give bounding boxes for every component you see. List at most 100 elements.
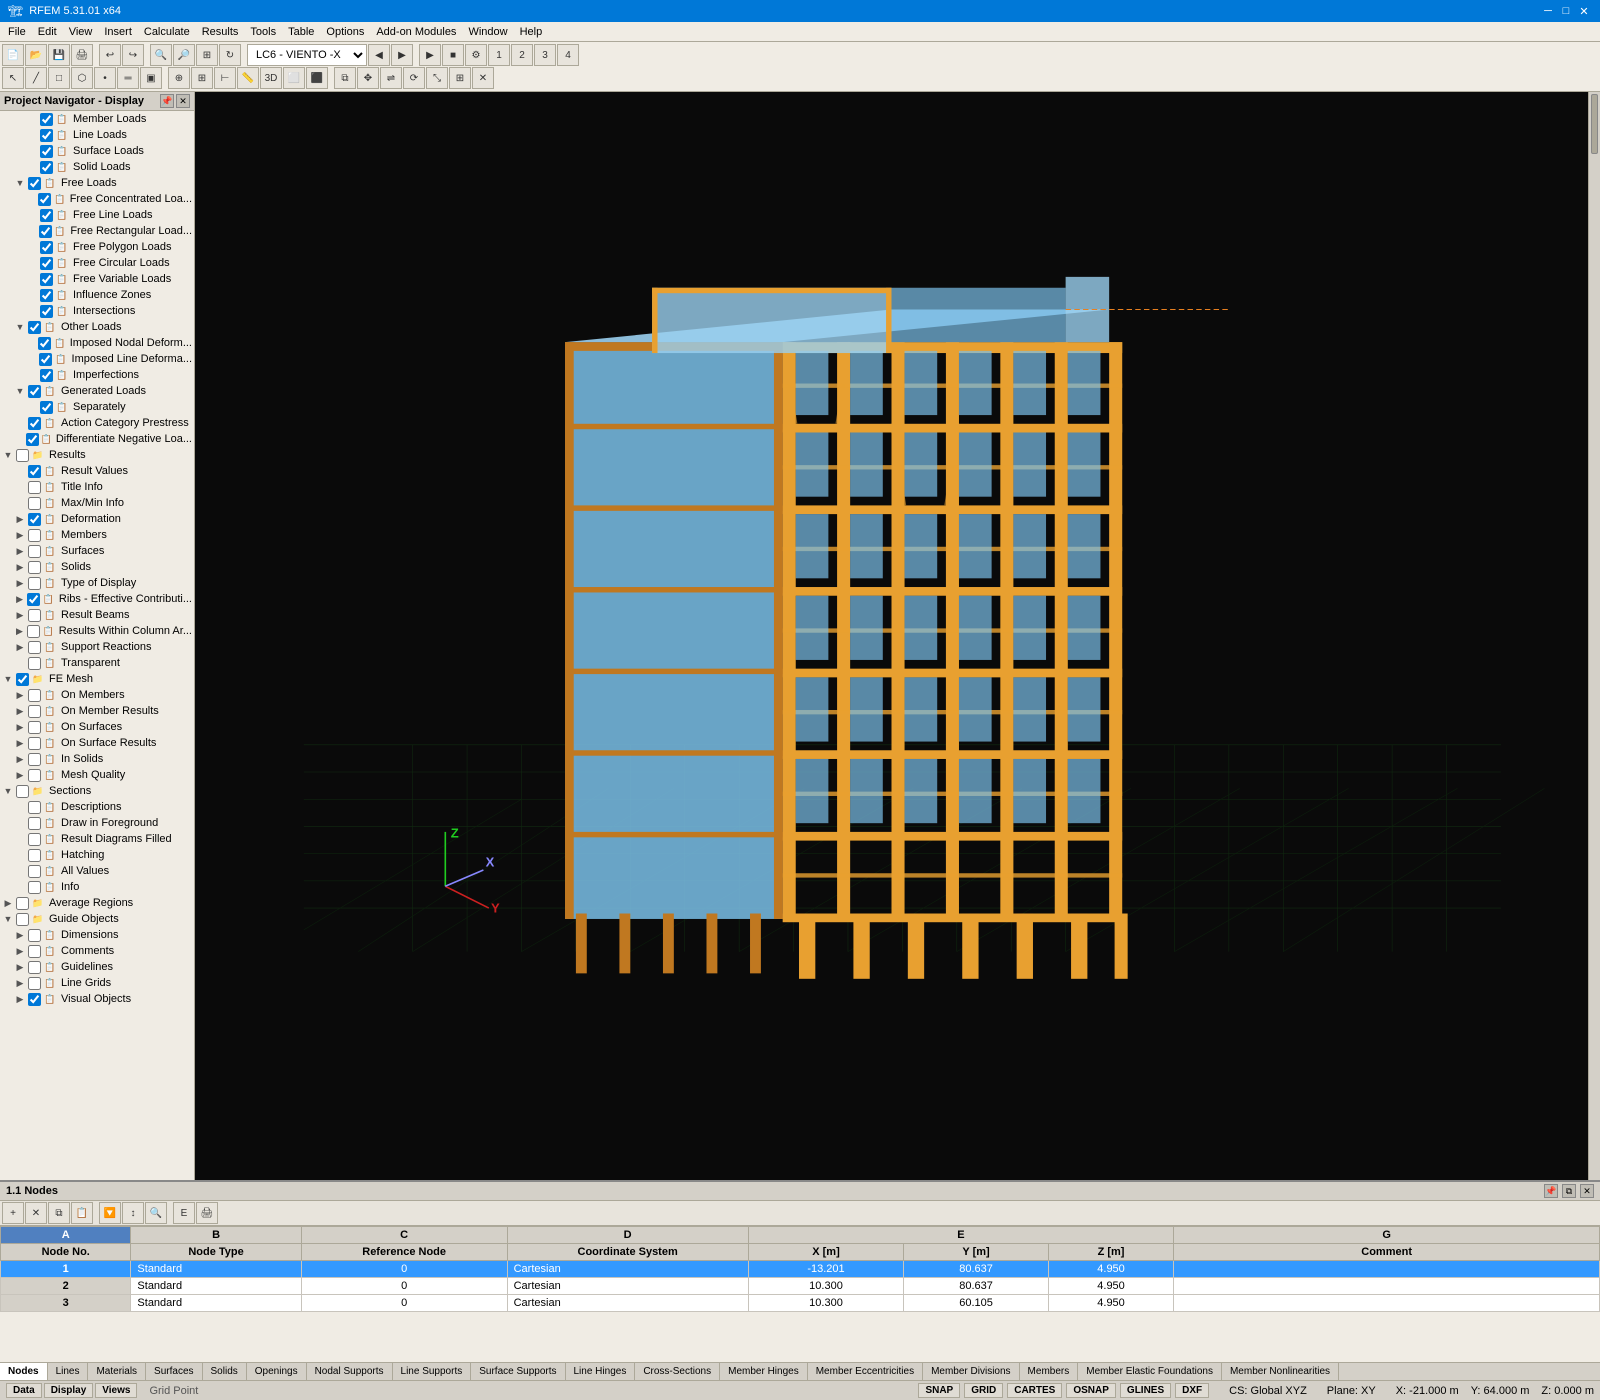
tb-member[interactable]: ═ <box>117 67 139 89</box>
tree-expand-on-surface-results[interactable]: ▶ <box>14 737 26 749</box>
table-cell[interactable]: 0 <box>301 1278 507 1295</box>
table-tb-print2[interactable]: 🖨 <box>196 1202 218 1224</box>
tree-item-sections[interactable]: ▼📁Sections <box>0 783 194 799</box>
tree-checkbox-generated-loads[interactable] <box>28 385 41 398</box>
tab-surfaces[interactable]: Surfaces <box>146 1363 202 1380</box>
tb-measure[interactable]: 📏 <box>237 67 259 89</box>
table-cell[interactable]: 60.105 <box>904 1295 1048 1312</box>
tree-checkbox-title-info[interactable] <box>28 481 41 494</box>
tree-item-line-deform[interactable]: 📋Imposed Line Deforma... <box>0 351 194 367</box>
table-cell[interactable]: 0 <box>301 1261 507 1278</box>
tree-checkbox-solids[interactable] <box>28 561 41 574</box>
tb-undo[interactable]: ↩ <box>99 44 121 66</box>
panel-pin-button[interactable]: 📌 <box>160 94 174 108</box>
tree-item-result-beams[interactable]: ▶📋Result Beams <box>0 607 194 623</box>
tab-line-supports[interactable]: Line Supports <box>393 1363 472 1380</box>
tree-item-nodal-deform[interactable]: 📋Imposed Nodal Deform... <box>0 335 194 351</box>
table-cell[interactable] <box>1174 1261 1600 1278</box>
tree-item-ribs-effective[interactable]: ▶📋Ribs - Effective Contributi... <box>0 591 194 607</box>
tree-checkbox-fe-mesh[interactable] <box>16 673 29 686</box>
tab-solids[interactable]: Solids <box>203 1363 247 1380</box>
tree-checkbox-other-loads[interactable] <box>28 321 41 334</box>
status-glines[interactable]: GLINES <box>1120 1383 1171 1398</box>
tree-expand-results-within-column[interactable]: ▶ <box>14 625 25 637</box>
tb-node[interactable]: • <box>94 67 116 89</box>
tree-expand-support-reactions[interactable]: ▶ <box>14 641 26 653</box>
tb-rotate2[interactable]: ⟳ <box>403 67 425 89</box>
scrollbar-thumb[interactable] <box>1591 94 1598 154</box>
tree-expand-on-members[interactable]: ▶ <box>14 689 26 701</box>
tb-surface[interactable]: ▣ <box>140 67 162 89</box>
tree-checkbox-draw-in-foreground[interactable] <box>28 817 41 830</box>
tree-item-member-loads[interactable]: 📋Member Loads <box>0 111 194 127</box>
tree-area[interactable]: 📋Member Loads📋Line Loads📋Surface Loads📋S… <box>0 111 194 1180</box>
tree-checkbox-guidelines[interactable] <box>28 961 41 974</box>
tree-expand-ribs-effective[interactable]: ▶ <box>14 593 25 605</box>
tree-checkbox-on-members[interactable] <box>28 689 41 702</box>
table-cell[interactable]: 1 <box>1 1261 131 1278</box>
table-cell[interactable]: 4.950 <box>1048 1278 1174 1295</box>
tb-rotate[interactable]: ↻ <box>219 44 241 66</box>
tree-item-free-variable[interactable]: 📋Free Variable Loads <box>0 271 194 287</box>
table-cell[interactable]: 4.950 <box>1048 1295 1174 1312</box>
tree-expand-in-solids[interactable]: ▶ <box>14 753 26 765</box>
menu-help[interactable]: Help <box>514 24 549 40</box>
table-tb-search[interactable]: 🔍 <box>145 1202 167 1224</box>
tb-view3[interactable]: 3 <box>534 44 556 66</box>
tree-checkbox-mesh-quality[interactable] <box>28 769 41 782</box>
tree-item-info[interactable]: 📋Info <box>0 879 194 895</box>
table-tb-add[interactable]: + <box>2 1202 24 1224</box>
tree-expand-on-surfaces[interactable]: ▶ <box>14 721 26 733</box>
table-tb-sort[interactable]: ↕ <box>122 1202 144 1224</box>
tree-item-action-category[interactable]: 📋Action Category Prestress <box>0 415 194 431</box>
status-views-btn[interactable]: Views <box>95 1383 137 1398</box>
tree-item-members[interactable]: ▶📋Members <box>0 527 194 543</box>
table-close-button[interactable]: ✕ <box>1580 1184 1594 1198</box>
tree-item-results-within-column[interactable]: ▶📋Results Within Column Ar... <box>0 623 194 639</box>
tree-checkbox-imperfections[interactable] <box>40 369 53 382</box>
tb-run[interactable]: ▶ <box>419 44 441 66</box>
table-row[interactable]: 2Standard0Cartesian10.30080.6374.950 <box>1 1278 1600 1295</box>
tree-item-free-circular[interactable]: 📋Free Circular Loads <box>0 255 194 271</box>
tb-view2[interactable]: 2 <box>511 44 533 66</box>
tab-materials[interactable]: Materials <box>88 1363 146 1380</box>
tb-scale[interactable]: ⤡ <box>426 67 448 89</box>
table-cell[interactable]: Cartesian <box>507 1278 748 1295</box>
tree-item-free-rectangular[interactable]: 📋Free Rectangular Load... <box>0 223 194 239</box>
tree-expand-comments[interactable]: ▶ <box>14 945 26 957</box>
table-pin-button[interactable]: 📌 <box>1544 1184 1558 1198</box>
tree-item-dimensions[interactable]: ▶📋Dimensions <box>0 927 194 943</box>
menu-insert[interactable]: Insert <box>98 24 138 40</box>
tree-checkbox-line-grids[interactable] <box>28 977 41 990</box>
tree-checkbox-members[interactable] <box>28 529 41 542</box>
status-display-btn[interactable]: Display <box>44 1383 94 1398</box>
tree-item-on-surfaces[interactable]: ▶📋On Surfaces <box>0 719 194 735</box>
tb-zoom-out[interactable]: 🔎 <box>173 44 195 66</box>
tb-wire[interactable]: ⬜ <box>283 67 305 89</box>
tree-expand-line-grids[interactable]: ▶ <box>14 977 26 989</box>
maximize-button[interactable]: □ <box>1558 3 1574 19</box>
tree-item-type-of-display[interactable]: ▶📋Type of Display <box>0 575 194 591</box>
tree-expand-surfaces[interactable]: ▶ <box>14 545 26 557</box>
tree-checkbox-all-values[interactable] <box>28 865 41 878</box>
tree-item-mesh-quality[interactable]: ▶📋Mesh Quality <box>0 767 194 783</box>
tree-item-influence-zones[interactable]: 📋Influence Zones <box>0 287 194 303</box>
tree-checkbox-transparent[interactable] <box>28 657 41 670</box>
table-tb-excel[interactable]: E <box>173 1202 195 1224</box>
tb-render[interactable]: ⬛ <box>306 67 328 89</box>
tree-checkbox-visual-objects[interactable] <box>28 993 41 1006</box>
load-case-dropdown[interactable]: LC6 - VIENTO -X <box>247 44 367 66</box>
tree-item-guidelines[interactable]: ▶📋Guidelines <box>0 959 194 975</box>
tree-checkbox-average-regions[interactable] <box>16 897 29 910</box>
tab-surface-supports[interactable]: Surface Supports <box>471 1363 565 1380</box>
tree-item-visual-objects[interactable]: ▶📋Visual Objects <box>0 991 194 1007</box>
tree-item-all-values[interactable]: 📋All Values <box>0 863 194 879</box>
tree-item-on-members[interactable]: ▶📋On Members <box>0 687 194 703</box>
tab-member-elastic-foundations[interactable]: Member Elastic Foundations <box>1078 1363 1222 1380</box>
status-snap[interactable]: SNAP <box>918 1383 960 1398</box>
tree-checkbox-member-loads[interactable] <box>40 113 53 126</box>
tab-member-eccentricities[interactable]: Member Eccentricities <box>808 1363 923 1380</box>
status-data-btn[interactable]: Data <box>6 1383 42 1398</box>
tb-stop[interactable]: ■ <box>442 44 464 66</box>
tree-item-free-line-loads[interactable]: 📋Free Line Loads <box>0 207 194 223</box>
